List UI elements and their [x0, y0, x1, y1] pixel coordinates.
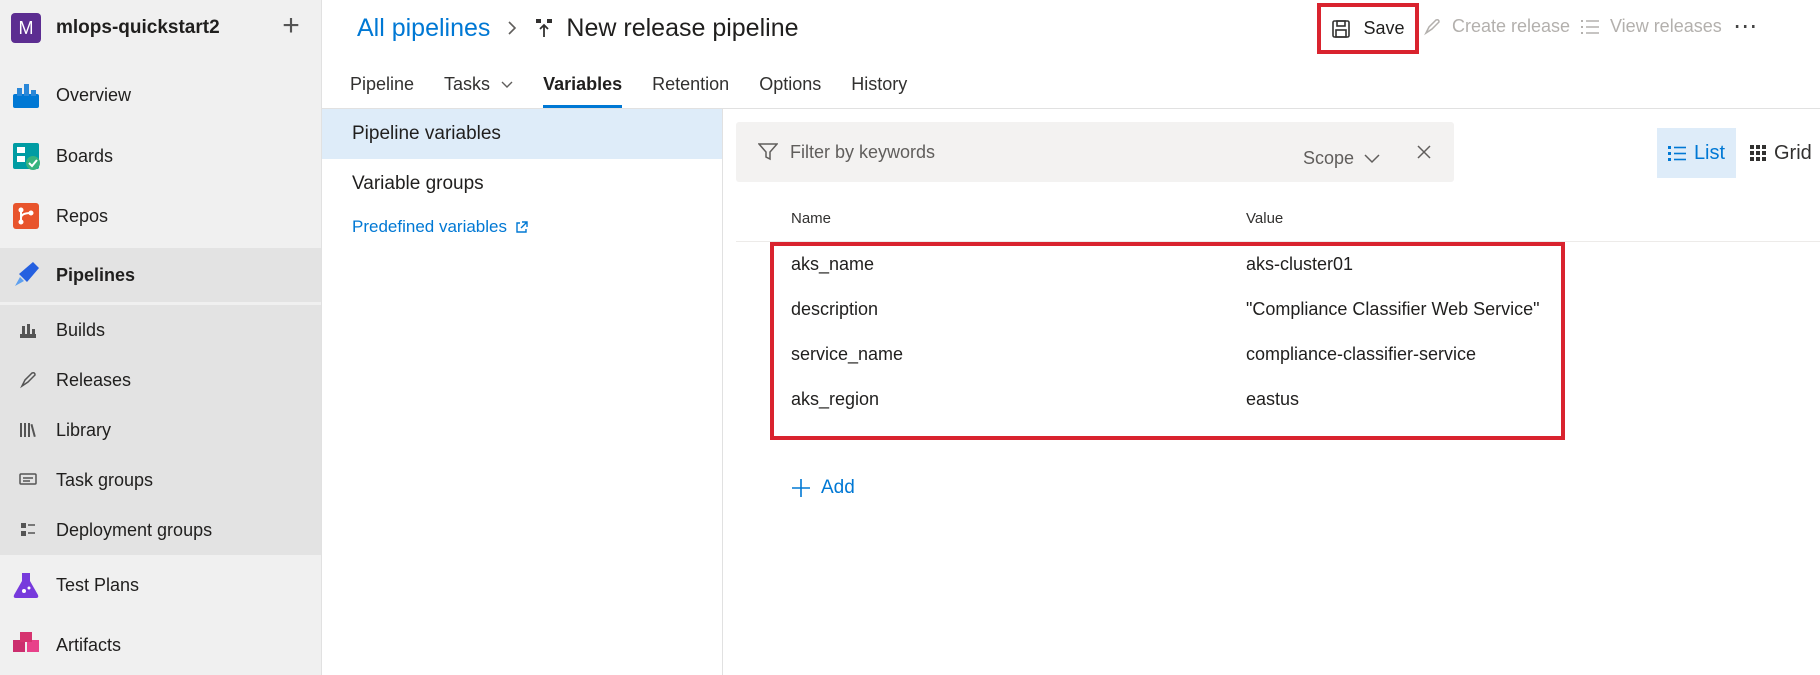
tab-variables[interactable]: Variables [543, 70, 623, 108]
plus-icon [792, 479, 810, 497]
deployment-groups-icon [21, 523, 35, 536]
predefined-variables-link[interactable]: Predefined variables [352, 217, 528, 237]
column-header-name[interactable]: Name [791, 210, 831, 227]
project-name[interactable]: mlops-quickstart2 [56, 17, 220, 39]
nav-label: Boards [56, 145, 114, 166]
variable-name[interactable]: service_name [791, 344, 903, 365]
nav-label: Task groups [56, 469, 154, 490]
tab-options[interactable]: Options [759, 70, 821, 108]
nav-label: Builds [56, 319, 106, 340]
breadcrumb-all-pipelines-link[interactable]: All pipelines [357, 14, 490, 43]
table-row[interactable]: service_name compliance-classifier-servi… [791, 332, 1551, 376]
variable-name[interactable]: aks_region [791, 389, 879, 410]
table-row[interactable]: aks_region eastus [791, 377, 1551, 421]
nav-item-task-groups[interactable]: Task groups [0, 455, 321, 505]
nav-label: Repos [56, 205, 109, 226]
nav-label: Artifacts [56, 634, 122, 655]
variable-value[interactable]: eastus [1246, 389, 1299, 410]
test-plans-icon [13, 573, 39, 598]
rocket-icon [1424, 18, 1440, 35]
nav-label: Deployment groups [56, 519, 213, 540]
save-icon [1332, 19, 1351, 38]
scope-label: Scope [1303, 148, 1355, 168]
save-label: Save [1363, 18, 1405, 38]
nav-item-releases[interactable]: Releases [0, 355, 321, 405]
view-releases-button[interactable]: View releases [1580, 16, 1722, 37]
tab-pipeline[interactable]: Pipeline [350, 70, 414, 108]
left-navigation: M mlops-quickstart2 + Overview Boards Re… [0, 0, 322, 675]
project-header[interactable]: M mlops-quickstart2 + [0, 0, 322, 58]
filter-input[interactable] [790, 140, 1270, 164]
column-header-value[interactable]: Value [1246, 210, 1283, 227]
variable-name[interactable]: aks_name [791, 254, 874, 275]
external-link-icon [516, 220, 528, 233]
variable-value[interactable]: compliance-classifier-service [1246, 344, 1476, 365]
pipeline-variables-item[interactable]: Pipeline variables [322, 109, 722, 159]
tab-tasks[interactable]: Tasks [444, 70, 513, 108]
task-groups-icon [19, 473, 37, 485]
project-avatar: M [11, 13, 41, 43]
add-icon[interactable]: + [278, 11, 304, 42]
variables-side-panel: Pipeline variables Variable groups Prede… [322, 109, 723, 675]
grid-label: Grid [1774, 141, 1812, 164]
nav-label: Overview [56, 84, 132, 105]
boards-icon [13, 143, 40, 170]
close-icon[interactable] [1414, 142, 1434, 162]
breadcrumb: All pipelines New release pipeline [357, 12, 799, 44]
filter-bar: Scope [736, 122, 1454, 182]
tab-history[interactable]: History [851, 70, 907, 108]
scope-dropdown[interactable]: Scope [1303, 148, 1380, 169]
nav-label: Pipelines [56, 264, 136, 285]
variable-value[interactable]: "Compliance Classifier Web Service" [1246, 299, 1540, 320]
nav-item-builds[interactable]: Builds [0, 305, 321, 355]
grid-view-toggle[interactable]: Grid [1750, 128, 1812, 178]
chevron-down-icon [1364, 153, 1380, 163]
list-label: List [1693, 141, 1726, 164]
builds-icon [20, 324, 36, 338]
tab-retention[interactable]: Retention [652, 70, 729, 108]
library-icon [20, 423, 36, 438]
predefined-variables-label: Predefined variables [352, 217, 507, 236]
list-view-toggle[interactable]: List [1657, 128, 1736, 178]
create-release-button[interactable]: Create release [1422, 16, 1570, 37]
nav-item-library[interactable]: Library [0, 405, 321, 455]
grid-icon [1750, 145, 1766, 161]
list-icon [1667, 146, 1686, 161]
release-pipeline-icon [536, 19, 553, 37]
add-label: Add [821, 477, 855, 498]
overview-icon [13, 84, 39, 108]
chevron-down-icon [501, 81, 513, 89]
nav-item-overview[interactable]: Overview [0, 68, 321, 122]
chevron-right-icon [508, 21, 517, 35]
tab-tasks-label: Tasks [444, 74, 491, 94]
add-variable-button[interactable]: Add [791, 477, 855, 499]
page-title: New release pipeline [566, 13, 799, 42]
variable-value[interactable]: aks-cluster01 [1246, 254, 1353, 275]
filter-icon [758, 143, 778, 161]
nav-item-repos[interactable]: Repos [0, 189, 321, 243]
view-releases-label: View releases [1610, 16, 1722, 36]
tab-bar: Pipeline Tasks Variables Retention Optio… [350, 70, 937, 108]
pipelines-icon [15, 262, 39, 286]
nav-label: Library [56, 419, 112, 440]
table-row[interactable]: aks_name aks-cluster01 [791, 242, 1551, 286]
artifacts-icon [13, 632, 39, 652]
list-icon [1581, 19, 1599, 34]
nav-item-deployment-groups[interactable]: Deployment groups [0, 505, 321, 555]
nav-item-artifacts[interactable]: Artifacts [0, 618, 321, 672]
variable-groups-item[interactable]: Variable groups [322, 159, 722, 209]
nav-label: Test Plans [56, 574, 140, 595]
nav-label: Releases [56, 369, 132, 390]
nav-item-boards[interactable]: Boards [0, 129, 321, 183]
more-actions-icon[interactable]: ⋯ [1733, 12, 1759, 41]
variable-name[interactable]: description [791, 299, 878, 320]
table-row[interactable]: description "Compliance Classifier Web S… [791, 287, 1551, 331]
nav-item-pipelines[interactable]: Pipelines [0, 248, 321, 302]
nav-item-test-plans[interactable]: Test Plans [0, 558, 321, 612]
repos-icon [13, 203, 39, 229]
create-release-label: Create release [1452, 16, 1571, 36]
save-button[interactable]: Save [1317, 3, 1419, 54]
rocket-icon [20, 372, 36, 389]
